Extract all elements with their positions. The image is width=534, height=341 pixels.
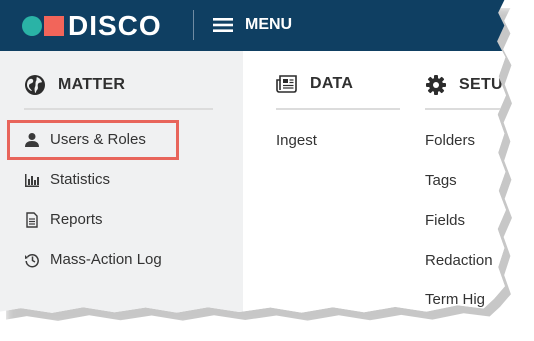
hamburger-icon (213, 18, 233, 32)
menu-item-redaction[interactable]: Redaction (425, 252, 493, 269)
menu-item-fields[interactable]: Fields (425, 212, 465, 229)
screenshot-frame: DISCO MENU MATTER Users & Roles Statisti… (0, 0, 506, 313)
bar-chart-icon (25, 173, 39, 187)
menu-item-label: Reports (50, 211, 103, 228)
setup-section-title: SETU (459, 76, 503, 93)
matter-section-rule (24, 108, 213, 110)
menu-item-statistics[interactable]: Statistics (24, 171, 110, 188)
matter-section-header: MATTER (24, 74, 125, 96)
menu-item-ingest[interactable]: Ingest (276, 132, 317, 149)
menu-item-tags[interactable]: Tags (425, 172, 457, 189)
logo-square (44, 16, 64, 36)
document-icon (26, 211, 38, 228)
data-section-title: DATA (310, 75, 354, 92)
menu-item-term-highlighting[interactable]: Term Hig (425, 291, 485, 308)
setup-section-header: SETU (425, 74, 503, 96)
data-section-rule (276, 108, 400, 110)
menu-item-folders[interactable]: Folders (425, 132, 475, 149)
gear-icon (426, 75, 446, 95)
menu-button[interactable]: MENU (213, 15, 292, 35)
newspaper-icon (276, 75, 297, 93)
menu-item-mass-action-log[interactable]: Mass-Action Log (24, 251, 162, 268)
highlight-box (7, 120, 179, 160)
logo-text: DISCO (68, 10, 162, 41)
top-navigation-bar: DISCO MENU (0, 0, 506, 51)
menu-item-reports[interactable]: Reports (24, 211, 103, 228)
globe-icon (25, 75, 45, 95)
menu-item-label: Mass-Action Log (50, 251, 162, 268)
menu-label: MENU (245, 16, 293, 33)
menu-item-label: Statistics (50, 171, 111, 188)
history-icon (25, 253, 39, 267)
logo-dot (22, 16, 42, 36)
header-divider (193, 10, 194, 40)
matter-section-title: MATTER (58, 76, 126, 93)
data-section-header: DATA (276, 74, 353, 94)
disco-logo[interactable]: DISCO (22, 10, 162, 41)
